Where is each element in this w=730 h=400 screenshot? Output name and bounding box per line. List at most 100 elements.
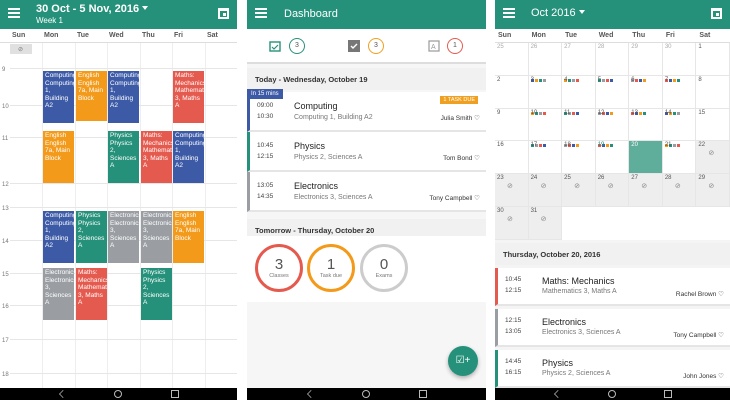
recents-icon[interactable] [664, 390, 673, 398]
home-icon[interactable] [113, 390, 122, 398]
class-end-time: 10:30 [257, 113, 274, 120]
class-event-text: Physics Physics 2, Sciences A [143, 269, 170, 306]
class-event[interactable]: Maths: Mechanics Mathematics 3, Maths A [173, 71, 204, 123]
add-task-button[interactable]: ☑+ [448, 346, 478, 376]
task-due-badge[interactable]: 1 TASK DUE [440, 96, 478, 104]
month-day-cell[interactable]: 29 ⊘ [696, 174, 730, 207]
class-card[interactable]: 12:15 13:05 Electronics Electronics 3, Scie… [495, 309, 730, 347]
month-day-cell[interactable]: 21 [662, 141, 697, 181]
class-card[interactable]: 10:45 12:15 Physics Physics 2, Sciences A To… [247, 132, 486, 172]
class-event[interactable]: Electronics Electronics 3, Sciences A [141, 211, 172, 263]
month-day-cell[interactable]: 20 [629, 141, 663, 181]
month-day-cell[interactable]: 17 [528, 141, 563, 181]
month-day-cell[interactable]: 8 [696, 75, 730, 109]
home-icon[interactable] [607, 390, 616, 398]
class-card[interactable]: 14:45 16:15 Physics Physics 2, Sciences A Jo… [495, 350, 730, 388]
back-icon[interactable] [306, 390, 315, 398]
exams-count[interactable]: 1 [447, 38, 463, 54]
class-location: Physics 2, Sciences A [294, 154, 363, 161]
month-day-cell[interactable]: 6 [629, 75, 663, 115]
menu-icon[interactable] [503, 8, 515, 20]
month-day-cell[interactable]: 1 [696, 43, 730, 76]
class-teacher: Tony Campbell ♡ [429, 195, 480, 202]
class-card[interactable]: 13:05 14:35 Electronics Electronics 3, Scie… [247, 172, 486, 212]
weekday-label: Mon [44, 32, 59, 39]
classes-count[interactable]: 3 [289, 38, 305, 54]
class-event[interactable]: Physics Physics 2, Sciences A [141, 268, 172, 320]
class-event[interactable]: Computing Computing 1, Building A2 [173, 131, 204, 183]
month-day-cell[interactable]: 27 [562, 43, 596, 82]
month-day-cell[interactable]: 18 [562, 141, 596, 181]
class-event[interactable]: Physics Physics 2, Sciences A [108, 131, 139, 183]
month-day-cell[interactable]: 2 [495, 75, 529, 109]
month-day-cell[interactable]: 13 [629, 108, 663, 148]
tomorrow-stat-circle[interactable]: 1 Task due [307, 244, 355, 292]
menu-icon[interactable] [255, 8, 267, 20]
month-day-cell[interactable]: 26 ⊘ [595, 174, 630, 207]
month-day-cell[interactable]: 4 [562, 75, 596, 115]
class-event[interactable]: English English 7a, Main Block [173, 211, 204, 263]
month-day-cell[interactable]: 11 [562, 108, 596, 148]
month-day-cell[interactable]: 12 [595, 108, 630, 148]
day-number: 26 [597, 175, 605, 182]
month-day-cell[interactable]: 30 ⊘ [495, 207, 529, 240]
calendar-icon[interactable] [218, 8, 229, 19]
recents-icon[interactable] [170, 390, 179, 398]
recents-icon[interactable] [419, 390, 428, 398]
month-day-cell[interactable]: 26 [528, 43, 563, 82]
tomorrow-stat-circle[interactable]: 0 Exams [360, 244, 408, 292]
class-event[interactable]: Electronics Electronics 3, Sciences A [43, 268, 74, 320]
back-icon[interactable] [553, 390, 562, 398]
week-range-selector[interactable]: 30 Oct - 5 Nov, 2016 [36, 3, 149, 15]
class-event[interactable]: Maths: Mechanics Mathematics 3, Maths A [141, 131, 172, 183]
month-day-cell[interactable]: 27 ⊘ [629, 174, 663, 207]
tasks-count[interactable]: 3 [368, 38, 384, 54]
month-day-cell[interactable]: 10 [528, 108, 563, 148]
month-day-cell[interactable]: 15 [696, 108, 730, 142]
month-day-cell[interactable]: 30 [662, 43, 697, 82]
class-card[interactable]: 09:00 10:30 Computing Computing 1, Building… [247, 92, 486, 132]
back-icon[interactable] [59, 390, 68, 398]
month-day-cell[interactable]: 14 [662, 108, 697, 148]
class-event[interactable]: Physics Physics 2, Sciences A [76, 211, 107, 263]
month-day-cell[interactable]: 24 ⊘ [528, 174, 563, 207]
month-day-cell[interactable]: 5 [595, 75, 630, 115]
month-day-cell[interactable]: 25 [495, 43, 529, 76]
month-day-cell[interactable]: 28 [595, 43, 630, 82]
month-day-cell[interactable]: 29 [629, 43, 663, 82]
class-event[interactable]: Electronics Electronics 3, Sciences A [108, 211, 139, 263]
class-event[interactable]: Computing Computing 1, Building A2 [108, 71, 139, 123]
month-day-cell[interactable]: 19 [595, 141, 630, 181]
tomorrow-summary: 3 Classes 1 Task due 0 Exams [247, 236, 486, 302]
month-day-cell[interactable]: 31 ⊘ [528, 207, 563, 240]
class-event[interactable]: Computing Computing 1, Building A2 [43, 71, 74, 123]
checkbox-icon[interactable] [348, 40, 360, 52]
weekday-label: Sun [498, 32, 512, 39]
class-dots [564, 167, 580, 181]
month-day-cell[interactable]: 7 [662, 75, 697, 115]
class-event[interactable]: English English 7a, Main Block [76, 71, 107, 121]
class-event[interactable]: Computing Computing 1, Building A2 [43, 211, 74, 263]
month-day-cell[interactable]: 22 ⊘ [696, 141, 730, 175]
calendar-check-icon[interactable] [269, 40, 281, 52]
menu-icon[interactable] [8, 8, 20, 20]
hour-label: 18 [2, 372, 9, 378]
class-event[interactable]: English English 7a, Main Block [43, 131, 74, 183]
home-icon[interactable] [361, 390, 370, 398]
class-event[interactable]: Maths: Mechanics Mathematics 3, Maths A [76, 268, 107, 320]
calendar-icon[interactable] [711, 8, 722, 19]
month-day-cell[interactable]: 25 ⊘ [562, 174, 596, 207]
month-selector[interactable]: Oct 2016 [531, 7, 585, 19]
month-day-cell[interactable]: 28 ⊘ [662, 174, 697, 207]
month-day-cell[interactable]: 3 [528, 75, 563, 115]
exam-icon[interactable]: A [428, 40, 440, 52]
month-day-cell[interactable]: 23 ⊘ [495, 174, 529, 207]
class-card[interactable]: 10:45 12:15 Maths: Mechanics Mathematics 3,… [495, 268, 730, 306]
tomorrow-stat-circle[interactable]: 3 Classes [255, 244, 303, 292]
day-number: 7 [664, 76, 669, 83]
month-day-cell[interactable]: 9 [495, 108, 529, 142]
month-day-cell[interactable]: 16 [495, 141, 529, 175]
class-end-time: 12:15 [505, 287, 522, 294]
class-subject: Electronics [542, 317, 587, 327]
class-teacher: Tony Campbell ♡ [673, 332, 724, 339]
